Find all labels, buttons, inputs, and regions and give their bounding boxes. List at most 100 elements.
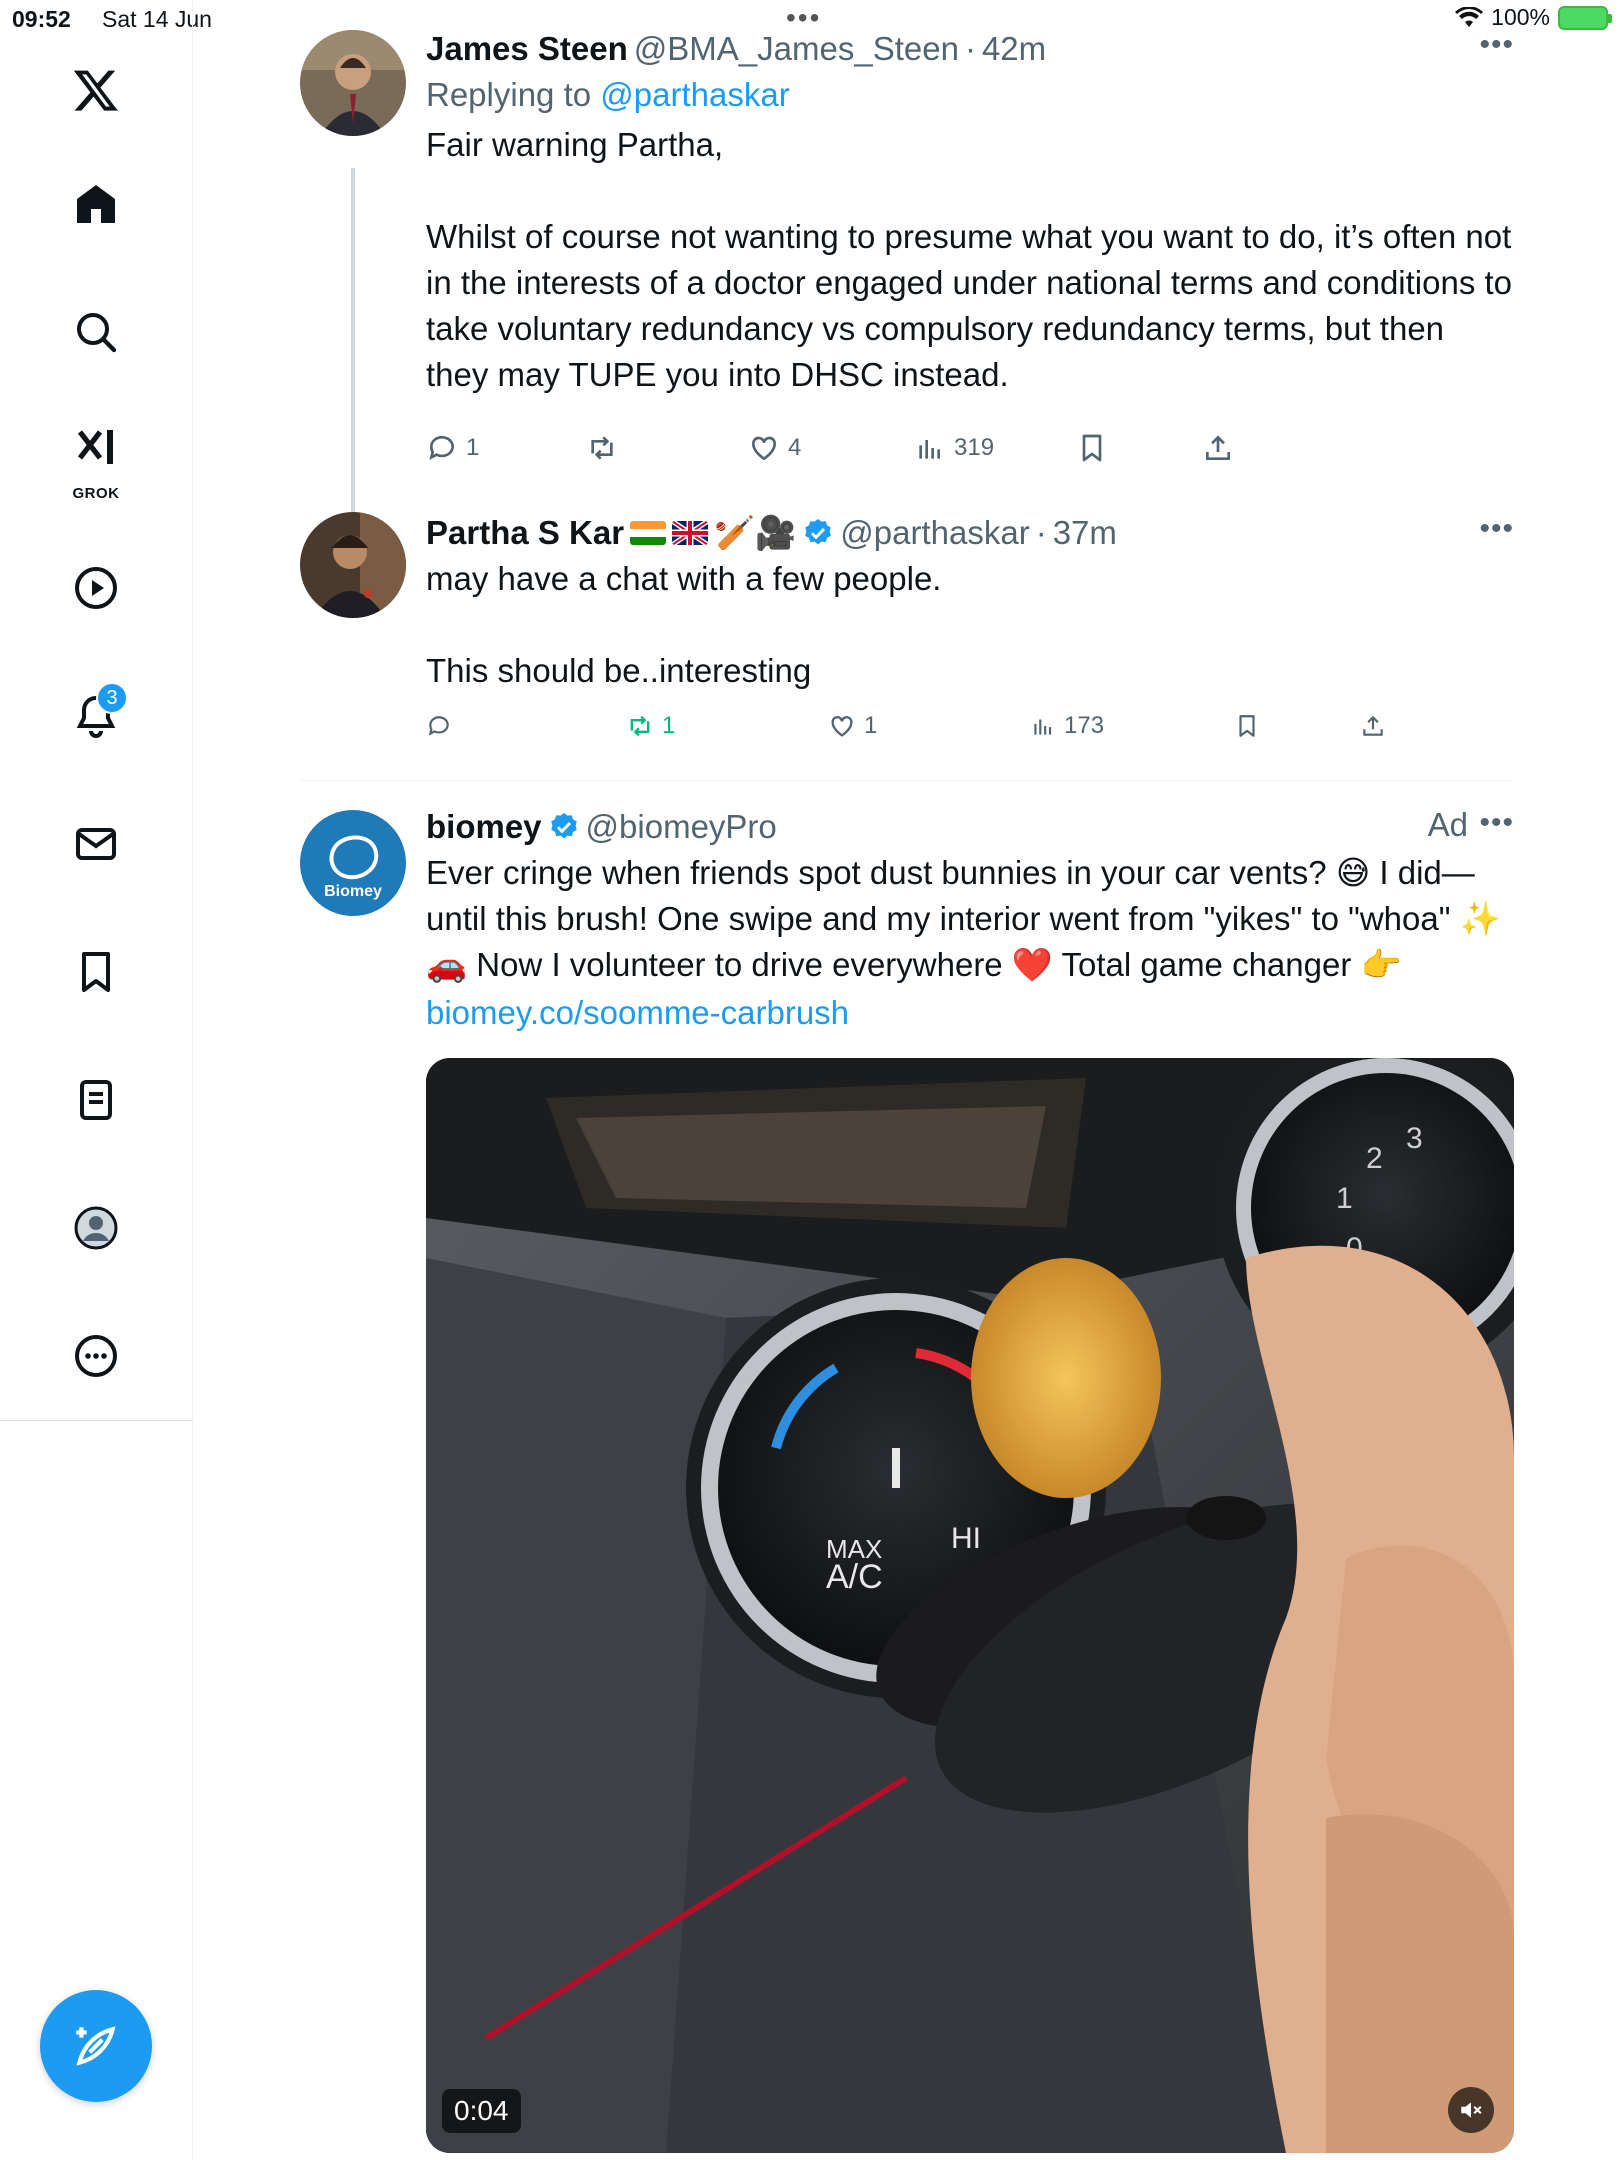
views-icon xyxy=(1034,719,1052,735)
sidebar-item-videos[interactable] xyxy=(56,548,136,628)
retweet-icon xyxy=(591,436,613,460)
grok-label: GROK xyxy=(72,485,120,502)
avatar-biomey[interactable]: Biomey xyxy=(300,810,406,916)
bookmark-icon xyxy=(1082,434,1102,462)
sidebar-divider xyxy=(0,1420,193,1421)
tweet-actions: 1 4 319 xyxy=(426,428,1514,468)
sidebar-item-profile[interactable] xyxy=(56,1188,136,1268)
dial-label-ac: A/C xyxy=(826,1558,883,1596)
sidebar: GROK 3 xyxy=(0,0,193,2160)
tweet-text: may have a chat with a few people. This … xyxy=(426,560,942,689)
retweet-count: 1 xyxy=(662,712,676,739)
avatar-james-steen[interactable] xyxy=(300,30,406,136)
more-circle-icon xyxy=(75,1335,117,1377)
reply-count: 1 xyxy=(466,434,480,461)
author-handle[interactable]: @BMA_James_Steen xyxy=(634,28,959,70)
home-icon xyxy=(77,185,115,223)
verified-badge-icon xyxy=(805,519,832,545)
battery-icon xyxy=(1558,5,1612,30)
verified-badge-icon xyxy=(550,813,577,839)
author-handle[interactable]: @parthaskar xyxy=(840,512,1029,554)
tweet-body: Partha S Kar 🏏🎥 @parthaskar · 37m ••• ma… xyxy=(426,512,1514,694)
share-button[interactable] xyxy=(1360,713,1386,739)
more-options-icon[interactable]: ••• xyxy=(1479,806,1514,840)
tweet-divider xyxy=(300,780,1514,781)
author-name[interactable]: James Steen xyxy=(426,28,628,70)
retweet-icon xyxy=(630,715,650,737)
sidebar-item-home[interactable] xyxy=(56,164,136,244)
bookmark-button[interactable] xyxy=(1234,713,1260,739)
video-player[interactable]: MAX A/C HI 1 2 3 0 0:04 xyxy=(426,1058,1514,2153)
compose-icon xyxy=(76,2026,116,2066)
like-button[interactable]: 1 xyxy=(828,712,877,740)
dot-separator: · xyxy=(964,30,976,67)
like-count: 4 xyxy=(788,434,802,461)
grok-icon xyxy=(77,430,113,464)
play-icon xyxy=(75,567,117,609)
sidebar-item-bookmarks[interactable] xyxy=(56,932,136,1012)
tweet-partha-s-kar[interactable]: Partha S Kar 🏏🎥 @parthaskar · 37m ••• ma… xyxy=(300,512,1514,774)
x-logo-icon[interactable] xyxy=(56,50,136,130)
tweet-header: biomey @biomeyPro xyxy=(426,806,1514,848)
tweet-time[interactable]: 37m xyxy=(1053,512,1117,554)
author-name[interactable]: Partha S Kar xyxy=(426,512,624,554)
battery-percent: 100% xyxy=(1491,4,1550,30)
avatar-partha-s-kar[interactable] xyxy=(300,512,406,618)
replying-to: Replying to @parthaskar xyxy=(426,70,1514,120)
sidebar-item-notifications[interactable]: 3 xyxy=(56,676,136,756)
like-button[interactable]: 4 xyxy=(748,432,801,464)
views-button[interactable]: 319 xyxy=(914,432,994,464)
thread-line xyxy=(351,168,355,538)
notification-badge: 3 xyxy=(96,682,128,714)
retweet-button[interactable]: 1 xyxy=(626,712,675,740)
video-duration: 0:04 xyxy=(442,2089,521,2133)
wifi-icon xyxy=(1455,6,1484,27)
sidebar-item-articles[interactable] xyxy=(56,1060,136,1140)
sidebar-item-grok[interactable]: GROK xyxy=(56,412,136,502)
dial-label-hi: HI xyxy=(951,1522,981,1555)
reply-button[interactable]: 1 xyxy=(426,432,479,464)
tweet-actions: 1 1 173 xyxy=(426,708,1426,744)
tweet-header: James Steen @BMA_James_Steen · 42m xyxy=(426,28,1514,70)
profile-icon xyxy=(74,1206,118,1250)
sidebar-item-messages[interactable] xyxy=(56,804,136,884)
sidebar-item-explore[interactable] xyxy=(56,292,136,372)
share-button[interactable] xyxy=(1202,432,1234,464)
views-button[interactable]: 173 xyxy=(1030,712,1104,740)
dial-label-3: 3 xyxy=(1406,1122,1423,1155)
search-icon xyxy=(77,313,117,353)
ad-link[interactable]: biomey.co/soomme-carbrush xyxy=(426,990,1514,1036)
tweet-james-steen[interactable]: James Steen @BMA_James_Steen · 42m ••• R… xyxy=(300,28,1514,538)
replying-prefix: Replying to xyxy=(426,76,592,113)
like-count: 1 xyxy=(864,712,878,739)
reply-icon xyxy=(428,716,449,736)
status-right: 100% xyxy=(1455,4,1612,31)
retweet-button[interactable] xyxy=(586,432,626,464)
bookmark-button[interactable] xyxy=(1076,432,1108,464)
heart-icon xyxy=(751,436,777,461)
reply-button[interactable] xyxy=(426,713,460,739)
uk-flag-icon xyxy=(672,521,709,545)
heart-icon xyxy=(831,716,853,737)
muted-speaker-icon xyxy=(1461,2102,1482,2118)
tweet-header: Partha S Kar 🏏🎥 @parthaskar · 37m xyxy=(426,512,1514,554)
tweet-time[interactable]: 42m xyxy=(982,28,1046,70)
tweet-body: biomey @biomeyPro Ad ••• Ever cringe whe… xyxy=(426,806,1514,1036)
dial-label-2: 2 xyxy=(1366,1142,1383,1175)
more-options-icon[interactable]: ••• xyxy=(1479,512,1514,546)
compose-button[interactable] xyxy=(40,1990,152,2102)
sidebar-item-more[interactable] xyxy=(56,1316,136,1396)
tweet-text: Fair warning Partha, Whilst of course no… xyxy=(426,126,1513,393)
author-name[interactable]: biomey xyxy=(426,806,542,848)
share-icon xyxy=(1363,715,1383,736)
replying-to-handle[interactable]: @parthaskar xyxy=(600,76,789,113)
biomey-avatar-label: Biomey xyxy=(324,883,382,900)
reply-icon xyxy=(429,435,454,460)
article-icon xyxy=(80,1080,112,1120)
tweet-body: James Steen @BMA_James_Steen · 42m ••• R… xyxy=(426,28,1514,398)
author-handle[interactable]: @biomeyPro xyxy=(586,806,777,848)
video-frame: MAX A/C HI 1 2 3 0 xyxy=(426,1058,1514,2153)
more-options-icon[interactable]: ••• xyxy=(1479,28,1514,62)
mute-button[interactable] xyxy=(1448,2087,1494,2133)
views-count: 173 xyxy=(1064,712,1105,739)
